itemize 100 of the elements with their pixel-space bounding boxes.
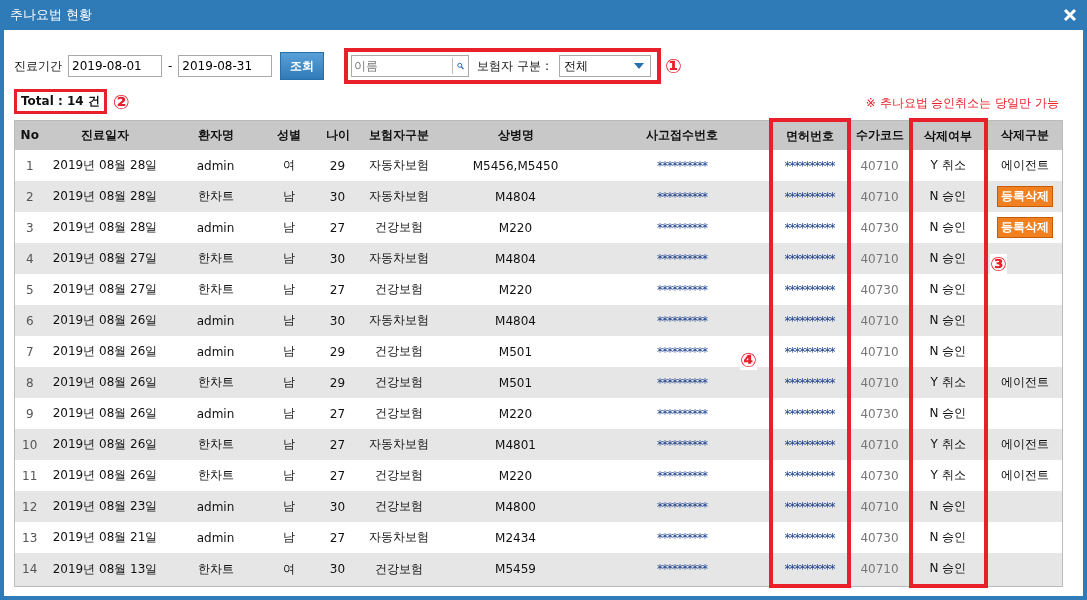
table-cell: 2019년 08월 26일 [52,375,158,389]
table-cell: M501 [498,375,533,390]
table-cell: 9 [25,406,34,421]
name-search-field[interactable]: 이름 [351,55,470,77]
table-cell: admin [196,158,235,173]
table-cell: 40710 [860,189,899,204]
table-cell: M220 [498,220,533,235]
marker-label: ② [112,91,130,112]
table-cell: 27 [329,530,346,545]
close-icon[interactable] [1063,8,1077,22]
table-cell: ********** [657,468,707,483]
period-label: 진료기간 [14,57,62,75]
table-cell: 11 [22,468,38,483]
table-cell: 40710 [860,251,899,266]
table-cell: admin [196,530,235,545]
date-separator: - [168,59,173,73]
column-header: No [14,120,45,150]
delete-type-text: 에이전트 [1000,437,1049,451]
date-from-field[interactable]: 2019-08-01 [68,55,162,77]
table-cell: admin [196,499,235,514]
column-header: 면허번호 [770,120,849,150]
table-cell: 29 [329,375,346,390]
table-cell: admin [196,344,235,359]
table-cell: 한차트 [197,468,234,482]
table-cell: 40710 [860,375,899,390]
table-cell: N 승인 [929,282,967,296]
table-cell: 1 [25,158,34,173]
table-cell: 건강보험 [375,344,423,358]
table-cell: 27 [329,437,346,452]
table-cell: 남 [283,282,295,296]
column-header: 성별 [265,120,313,150]
table-cell: 한차트 [197,189,234,203]
table-cell: M220 [498,282,533,297]
table-cell: ********** [784,437,835,452]
table-cell: 건강보험 [375,468,423,482]
table-cell: ********** [784,220,835,235]
table-cell: ********** [657,375,707,390]
table-cell: 12 [22,499,38,514]
column-header: 상병명 [435,120,596,150]
table-cell: ********** [657,313,707,328]
column-header: 삭제구분 [985,120,1063,150]
table-cell: N 승인 [929,344,967,358]
date-to-field[interactable]: 2019-08-31 [178,55,273,77]
table-cell: ********** [657,437,707,452]
marker-label: ④ [740,350,757,370]
insurer-label: 보험자 구분 : [477,57,549,75]
table-cell: 건강보험 [375,282,423,296]
table-cell: N 승인 [929,530,967,544]
table-cell: M4804 [495,251,536,266]
marker-label: ① [665,56,682,76]
table-cell: 건강보험 [375,499,423,513]
table-cell: 자동차보험 [369,189,429,203]
table-cell: 40710 [860,499,899,514]
table-cell: ********** [657,189,707,204]
table-cell: 남 [283,499,295,513]
column-header: 나이 [312,120,363,150]
table-cell: 7 [25,344,34,359]
table-cell: ********** [657,406,707,421]
table-cell: ********** [784,499,835,514]
delete-type-text: 에이전트 [1000,158,1049,172]
total-count: Total : 14 건 [14,89,107,114]
table-cell: M220 [498,406,533,421]
table-cell: ********** [784,313,835,328]
table-cell: 2019년 08월 28일 [52,158,158,172]
table-cell: 40710 [860,158,899,173]
table-cell: 2019년 08월 28일 [52,189,158,203]
table-cell: ********** [657,251,707,266]
table-cell: 여 [283,561,295,576]
insurer-dropdown[interactable]: 전체 [559,55,651,77]
table-cell: 40730 [860,530,899,545]
column-header: 보험자구분 [362,120,436,150]
table-cell: 남 [283,189,295,203]
table-cell: ********** [784,282,835,297]
delete-type-text: 에이전트 [1000,468,1049,482]
table-cell: 30 [329,189,346,204]
table-cell: 자동차보험 [369,313,429,327]
table-cell: 40710 [860,344,899,359]
table-cell: ********** [657,562,707,577]
table-cell: M4800 [495,499,536,514]
table-cell: ********** [657,220,707,235]
table-cell: 29 [329,158,346,173]
table-cell: 자동차보험 [369,530,429,544]
table-cell: M501 [498,344,533,359]
table-cell: ********** [784,561,835,576]
table-cell: Y 취소 [930,468,966,482]
table-cell: 남 [283,437,295,451]
column-header: 사고접수번호 [595,120,771,150]
table-cell: 2019년 08월 27일 [52,251,158,265]
search-button[interactable]: 조회 [280,52,325,80]
table-cell: 30 [329,313,346,328]
table-cell: 자동차보험 [369,158,429,172]
table-cell: 8 [25,375,34,390]
table-cell: 남 [283,530,295,544]
window-title: 추나요법 현황 [10,6,93,24]
table-cell: 자동차보험 [369,251,429,265]
table-cell: 2019년 08월 26일 [52,437,158,451]
table-cell: 4 [25,251,34,266]
table-cell: ********** [784,344,835,359]
column-header: 수가코드 [848,120,911,150]
table-cell: 40730 [860,468,899,483]
